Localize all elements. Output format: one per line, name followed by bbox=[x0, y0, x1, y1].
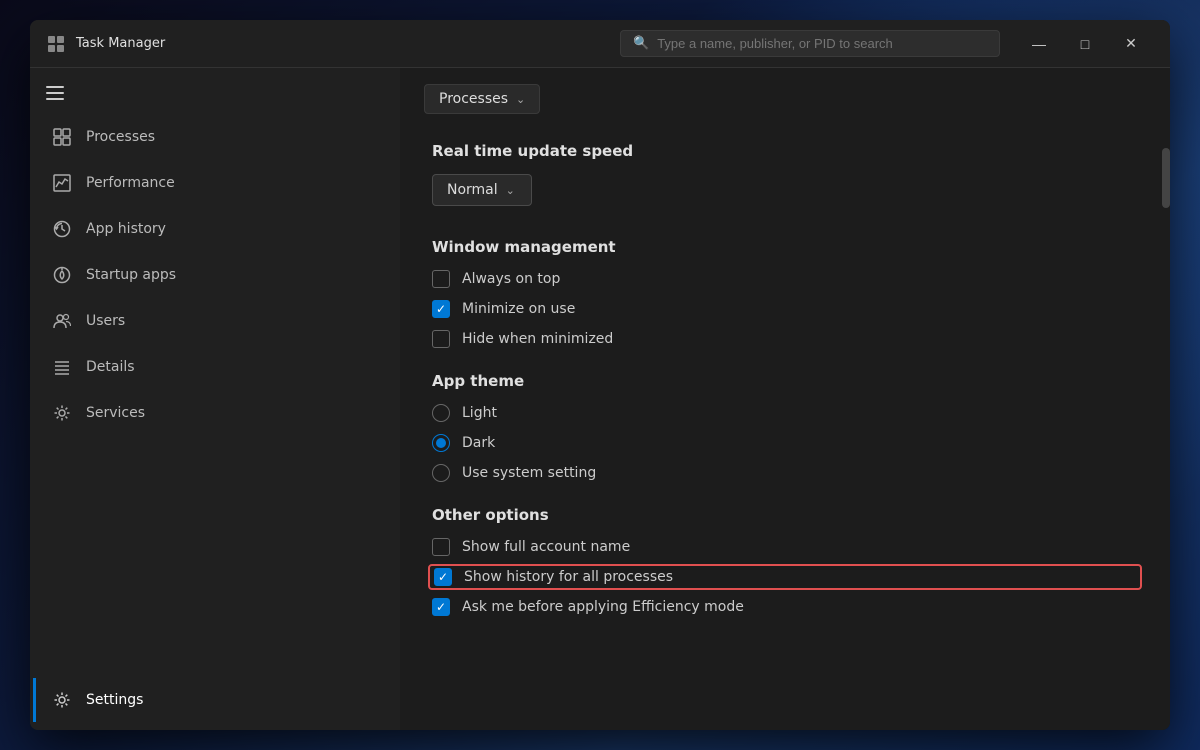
dropdown-chevron-icon: ⌄ bbox=[506, 184, 515, 197]
minimize-on-use-checkbox[interactable] bbox=[432, 300, 450, 318]
show-history-all-item[interactable]: Show history for all processes bbox=[428, 564, 1142, 590]
sidebar-spacer bbox=[30, 436, 400, 677]
sidebar-item-processes[interactable]: Processes bbox=[36, 115, 394, 159]
services-label: Services bbox=[86, 405, 145, 421]
app-window: Task Manager 🔍 — □ ✕ bbox=[30, 20, 1170, 730]
system-theme-item[interactable]: Use system setting bbox=[432, 464, 1138, 482]
settings-content[interactable]: Real time update speed Normal ⌄ Window m… bbox=[400, 126, 1170, 730]
sidebar: Processes Performance bbox=[30, 68, 400, 730]
services-icon bbox=[52, 403, 72, 423]
maximize-button[interactable]: □ bbox=[1062, 28, 1108, 60]
sidebar-item-performance[interactable]: Performance bbox=[36, 161, 394, 205]
ask-efficiency-label: Ask me before applying Efficiency mode bbox=[462, 599, 744, 615]
other-options-section-title: Other options bbox=[432, 506, 1138, 524]
hide-when-minimized-item[interactable]: Hide when minimized bbox=[432, 330, 1138, 348]
always-on-top-checkbox[interactable] bbox=[432, 270, 450, 288]
hamburger-button[interactable] bbox=[30, 76, 400, 110]
sidebar-item-startup-apps[interactable]: Startup apps bbox=[36, 253, 394, 297]
details-label: Details bbox=[86, 359, 135, 375]
performance-icon bbox=[52, 173, 72, 193]
search-input[interactable] bbox=[657, 36, 987, 51]
search-icon: 🔍 bbox=[633, 36, 649, 51]
system-theme-label: Use system setting bbox=[462, 465, 596, 481]
always-on-top-item[interactable]: Always on top bbox=[432, 270, 1138, 288]
users-icon bbox=[52, 311, 72, 331]
window-management-checkboxes: Always on top Minimize on use Hide when … bbox=[432, 270, 1138, 348]
startup-icon bbox=[52, 265, 72, 285]
ask-efficiency-item[interactable]: Ask me before applying Efficiency mode bbox=[432, 598, 1138, 616]
show-history-all-checkbox[interactable] bbox=[434, 568, 452, 586]
sidebar-item-users[interactable]: Users bbox=[36, 299, 394, 343]
app-title: Task Manager bbox=[76, 36, 620, 51]
other-options-checkboxes: Show full account name Show history for … bbox=[432, 538, 1138, 616]
sidebar-item-app-history[interactable]: App history bbox=[36, 207, 394, 251]
app-history-label: App history bbox=[86, 221, 166, 237]
search-bar[interactable]: 🔍 bbox=[620, 30, 1000, 57]
always-on-top-label: Always on top bbox=[462, 271, 560, 287]
right-panel: Processes ⌄ Real time update speed Norma… bbox=[400, 68, 1170, 730]
hide-when-minimized-checkbox[interactable] bbox=[432, 330, 450, 348]
panel-header: Processes ⌄ bbox=[400, 68, 1170, 126]
performance-label: Performance bbox=[86, 175, 175, 191]
show-full-account-item[interactable]: Show full account name bbox=[432, 538, 1138, 556]
processes-tab-label: Processes bbox=[439, 91, 508, 107]
sidebar-item-details[interactable]: Details bbox=[36, 345, 394, 389]
minimize-on-use-label: Minimize on use bbox=[462, 301, 575, 317]
show-history-all-label: Show history for all processes bbox=[464, 569, 673, 585]
dark-theme-radio[interactable] bbox=[432, 434, 450, 452]
settings-icon bbox=[52, 690, 72, 710]
close-button[interactable]: ✕ bbox=[1108, 28, 1154, 60]
processes-icon bbox=[52, 127, 72, 147]
hamburger-icon bbox=[46, 86, 64, 100]
update-speed-dropdown[interactable]: Normal ⌄ bbox=[432, 174, 532, 206]
window-controls: — □ ✕ bbox=[1016, 28, 1154, 60]
minimize-button[interactable]: — bbox=[1016, 28, 1062, 60]
sidebar-item-settings[interactable]: Settings bbox=[33, 678, 394, 722]
dark-theme-item[interactable]: Dark bbox=[432, 434, 1138, 452]
users-label: Users bbox=[86, 313, 125, 329]
scrollbar[interactable] bbox=[1162, 68, 1170, 730]
settings-label: Settings bbox=[86, 692, 143, 708]
app-theme-section-title: App theme bbox=[432, 372, 1138, 390]
window-management-section-title: Window management bbox=[432, 238, 1138, 256]
light-theme-radio[interactable] bbox=[432, 404, 450, 422]
processes-tab[interactable]: Processes ⌄ bbox=[424, 84, 540, 114]
dark-theme-label: Dark bbox=[462, 435, 495, 451]
history-icon bbox=[52, 219, 72, 239]
hide-when-minimized-label: Hide when minimized bbox=[462, 331, 613, 347]
scrollbar-thumb[interactable] bbox=[1162, 148, 1170, 208]
minimize-on-use-item[interactable]: Minimize on use bbox=[432, 300, 1138, 318]
title-bar: Task Manager 🔍 — □ ✕ bbox=[30, 20, 1170, 68]
system-theme-radio[interactable] bbox=[432, 464, 450, 482]
chevron-down-icon: ⌄ bbox=[516, 93, 525, 106]
processes-label: Processes bbox=[86, 129, 155, 145]
show-full-account-label: Show full account name bbox=[462, 539, 630, 555]
update-speed-value: Normal bbox=[447, 182, 498, 198]
app-icon bbox=[46, 34, 66, 54]
ask-efficiency-checkbox[interactable] bbox=[432, 598, 450, 616]
startup-apps-label: Startup apps bbox=[86, 267, 176, 283]
details-icon bbox=[52, 357, 72, 377]
light-theme-label: Light bbox=[462, 405, 497, 421]
light-theme-item[interactable]: Light bbox=[432, 404, 1138, 422]
main-content: Processes Performance bbox=[30, 68, 1170, 730]
show-full-account-checkbox[interactable] bbox=[432, 538, 450, 556]
update-speed-section-title: Real time update speed bbox=[432, 142, 1138, 160]
sidebar-item-services[interactable]: Services bbox=[36, 391, 394, 435]
app-theme-radios: Light Dark Use system setting bbox=[432, 404, 1138, 482]
